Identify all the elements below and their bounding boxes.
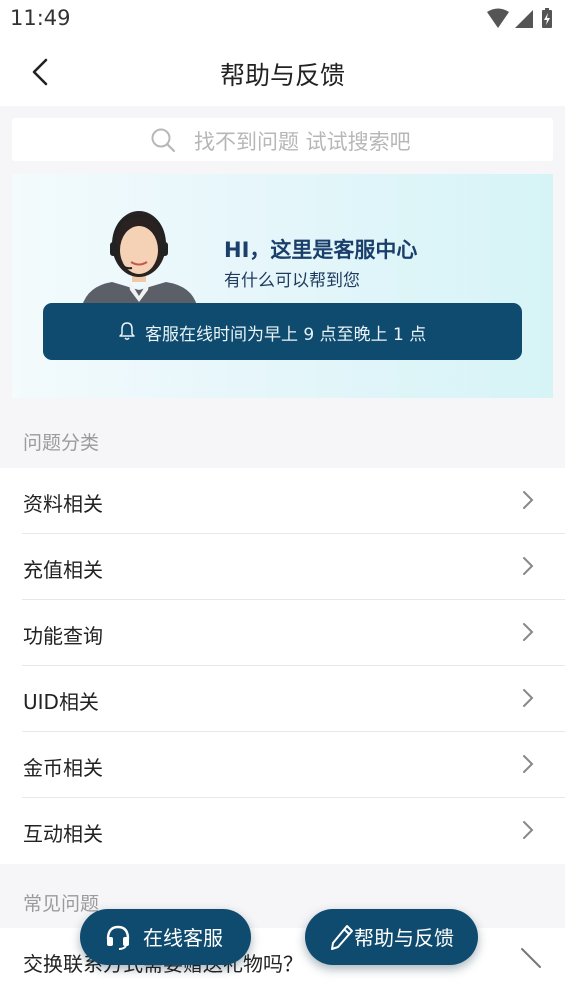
category-item-features[interactable]: 功能查询 <box>0 600 565 666</box>
battery-icon <box>542 8 552 28</box>
category-label: 资料相关 <box>23 492 103 516</box>
category-label: 互动相关 <box>23 822 103 846</box>
category-item-recharge[interactable]: 充值相关 <box>0 534 565 600</box>
category-list: 资料相关 充值相关 功能查询 UID相关 金币相关 互动相关 <box>0 468 565 864</box>
expand-arrow-icon <box>521 948 541 968</box>
chevron-right-icon <box>523 755 534 773</box>
service-banner: HI，这里是客服中心 有什么可以帮到您 客服在线时间为早上 9 点至晚上 1 点 <box>12 174 553 398</box>
page-title: 帮助与反馈 <box>219 61 345 90</box>
chevron-right-icon <box>523 491 534 509</box>
headset-icon <box>106 925 130 950</box>
category-item-interaction[interactable]: 互动相关 <box>0 798 565 864</box>
section-title-categories: 问题分类 <box>23 432 100 454</box>
category-label: 金币相关 <box>23 756 103 780</box>
status-icons <box>487 8 552 28</box>
service-hours-text: 客服在线时间为早上 9 点至晚上 1 点 <box>145 325 427 345</box>
category-item-profile[interactable]: 资料相关 <box>0 468 565 534</box>
banner-greeting: HI，这里是客服中心 <box>224 238 418 262</box>
online-service-label: 在线客服 <box>143 926 223 950</box>
category-label: 充值相关 <box>23 558 103 582</box>
search-placeholder: 找不到问题 试试搜索吧 <box>194 130 411 154</box>
category-label: UID相关 <box>23 690 99 714</box>
chevron-right-icon <box>523 623 534 641</box>
search-icon <box>151 128 176 153</box>
bell-icon <box>119 322 135 340</box>
agent-avatar <box>82 211 197 306</box>
category-label: 功能查询 <box>23 624 103 648</box>
help-feedback-button[interactable]: 帮助与反馈 <box>305 909 478 965</box>
nav-bar: 帮助与反馈 <box>0 38 565 106</box>
pencil-icon <box>331 925 353 950</box>
chevron-right-icon <box>523 821 534 839</box>
service-hours-notice: 客服在线时间为早上 9 点至晚上 1 点 <box>43 303 522 360</box>
chevron-right-icon <box>523 557 534 575</box>
chevron-right-icon <box>523 689 534 707</box>
category-item-coins[interactable]: 金币相关 <box>0 732 565 798</box>
wifi-icon <box>487 8 509 28</box>
banner-subtitle: 有什么可以帮到您 <box>224 271 360 291</box>
category-item-uid[interactable]: UID相关 <box>0 666 565 732</box>
help-feedback-label: 帮助与反馈 <box>354 926 454 950</box>
section-title-faq: 常见问题 <box>23 893 100 915</box>
status-bar: 11:49 <box>0 0 565 38</box>
search-input[interactable]: 找不到问题 试试搜索吧 <box>12 118 553 161</box>
status-time: 11:49 <box>10 6 71 30</box>
online-service-button[interactable]: 在线客服 <box>80 909 251 965</box>
signal-icon <box>515 10 533 28</box>
